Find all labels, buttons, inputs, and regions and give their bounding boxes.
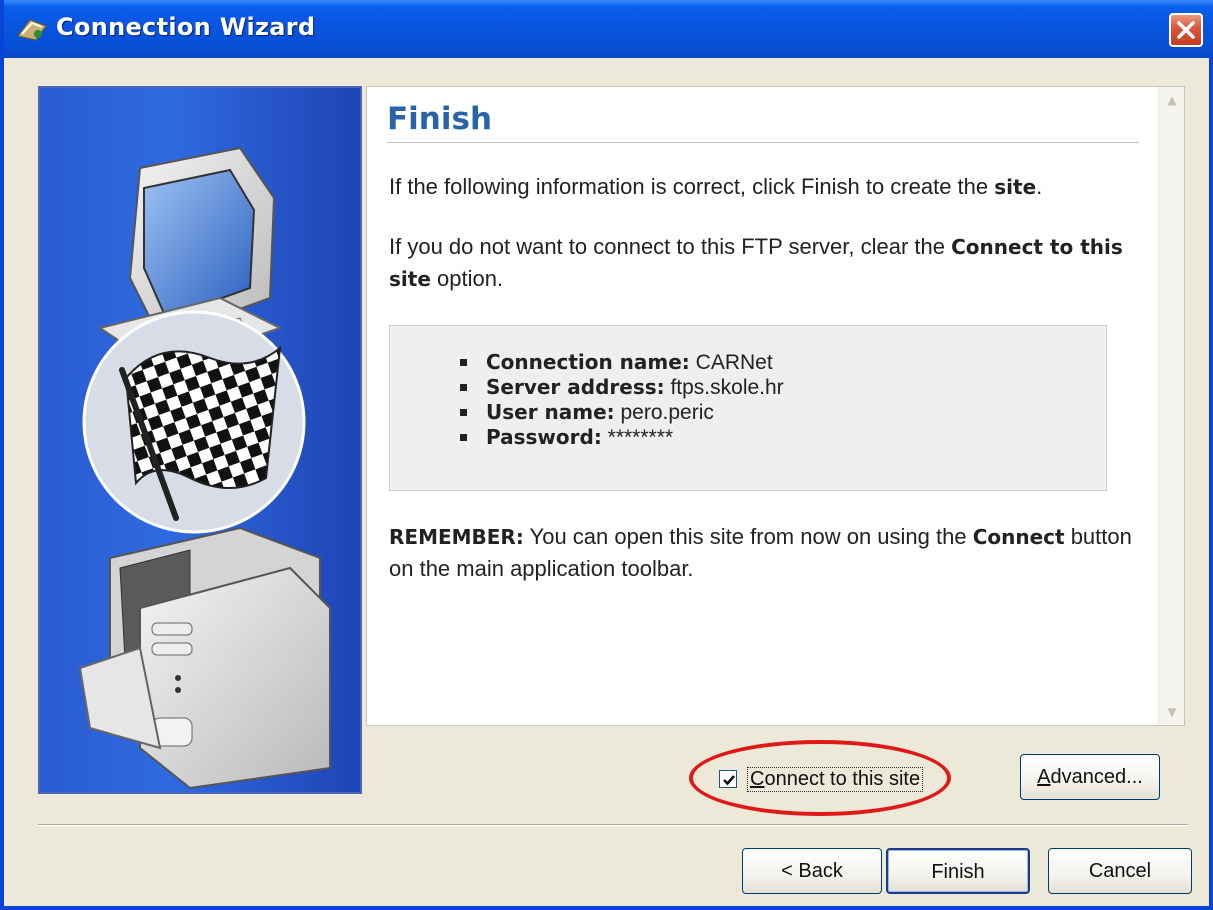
advanced-button[interactable]: Advanced... — [1020, 754, 1160, 800]
summary-value: ******** — [601, 426, 674, 449]
scroll-up-arrow-icon[interactable]: ▲ — [1162, 90, 1182, 110]
summary-item: Password: ******** — [460, 425, 784, 450]
connection-summary-box: Connection name: CARNet Server address: … — [389, 325, 1107, 491]
window-title: Connection Wizard — [56, 13, 316, 41]
close-icon — [1177, 21, 1195, 39]
wizard-side-illustration — [38, 86, 362, 794]
cancel-button[interactable]: Cancel — [1048, 848, 1192, 894]
scroll-down-arrow-icon[interactable]: ▼ — [1162, 702, 1182, 722]
button-label: dvanced... — [1050, 766, 1143, 788]
summary-item: Connection name: CARNet — [460, 350, 784, 375]
wizard-app-icon — [17, 19, 47, 41]
instruction-1-suffix: . — [1036, 174, 1043, 199]
summary-label: Connection name: — [486, 350, 690, 374]
summary-item: User name: pero.peric — [460, 400, 784, 425]
page-title: Finish — [387, 101, 493, 137]
remember-text: You can open this site from now on using… — [523, 524, 973, 549]
connection-summary-list: Connection name: CARNet Server address: … — [460, 350, 784, 450]
instruction-2-suffix: option. — [430, 266, 504, 291]
title-divider — [387, 142, 1139, 143]
red-highlight-ellipse — [689, 740, 951, 816]
mnemonic-letter: A — [1037, 766, 1051, 788]
summary-value: ftps.skole.hr — [664, 376, 784, 399]
footer-separator — [38, 824, 1188, 826]
summary-item: Server address: ftps.skole.hr — [460, 375, 784, 400]
title-bar[interactable]: Connection Wizard — [4, 0, 1213, 58]
finish-button[interactable]: Finish — [886, 848, 1030, 894]
summary-value: CARNet — [689, 351, 773, 374]
instruction-1-bold: site — [994, 175, 1037, 199]
instruction-2-text: If you do not want to connect to this FT… — [389, 234, 952, 259]
remember-note: REMEMBER: You can open this site from no… — [389, 521, 1149, 585]
summary-label: Password: — [486, 425, 602, 449]
connection-wizard-window: Connection Wizard Finish If the followin… — [0, 0, 1213, 910]
summary-value: pero.peric — [614, 401, 714, 424]
instruction-1-text: If the following information is correct,… — [389, 174, 995, 199]
instruction-text-1: If the following information is correct,… — [389, 171, 1149, 203]
instruction-text-2: If you do not want to connect to this FT… — [389, 231, 1149, 295]
summary-label: User name: — [486, 400, 615, 424]
computers-flag-icon — [78, 146, 331, 790]
vertical-scrollbar[interactable]: ▲ ▼ — [1158, 87, 1184, 725]
summary-label: Server address: — [486, 375, 665, 399]
remember-bold: REMEMBER: — [389, 525, 524, 549]
wizard-content-pane: Finish If the following information is c… — [366, 86, 1185, 726]
remember-bold-2: Connect — [972, 525, 1065, 549]
back-button[interactable]: < Back — [742, 848, 882, 894]
close-button[interactable] — [1169, 13, 1203, 47]
